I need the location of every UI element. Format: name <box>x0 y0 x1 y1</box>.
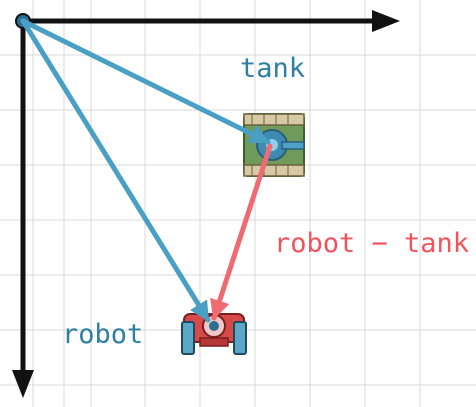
y-axis-arrowhead <box>12 370 34 398</box>
robot-label: robot <box>62 319 143 350</box>
tank-label: tank <box>240 53 305 84</box>
vector-diagram: tank robot robot − tank <box>0 0 476 407</box>
difference-label: robot − tank <box>274 228 469 259</box>
diagram-canvas: tank robot robot − tank <box>0 0 476 407</box>
x-axis-arrowhead <box>372 10 400 32</box>
difference-vector <box>210 143 273 321</box>
tank-sprite-icon <box>243 113 305 177</box>
